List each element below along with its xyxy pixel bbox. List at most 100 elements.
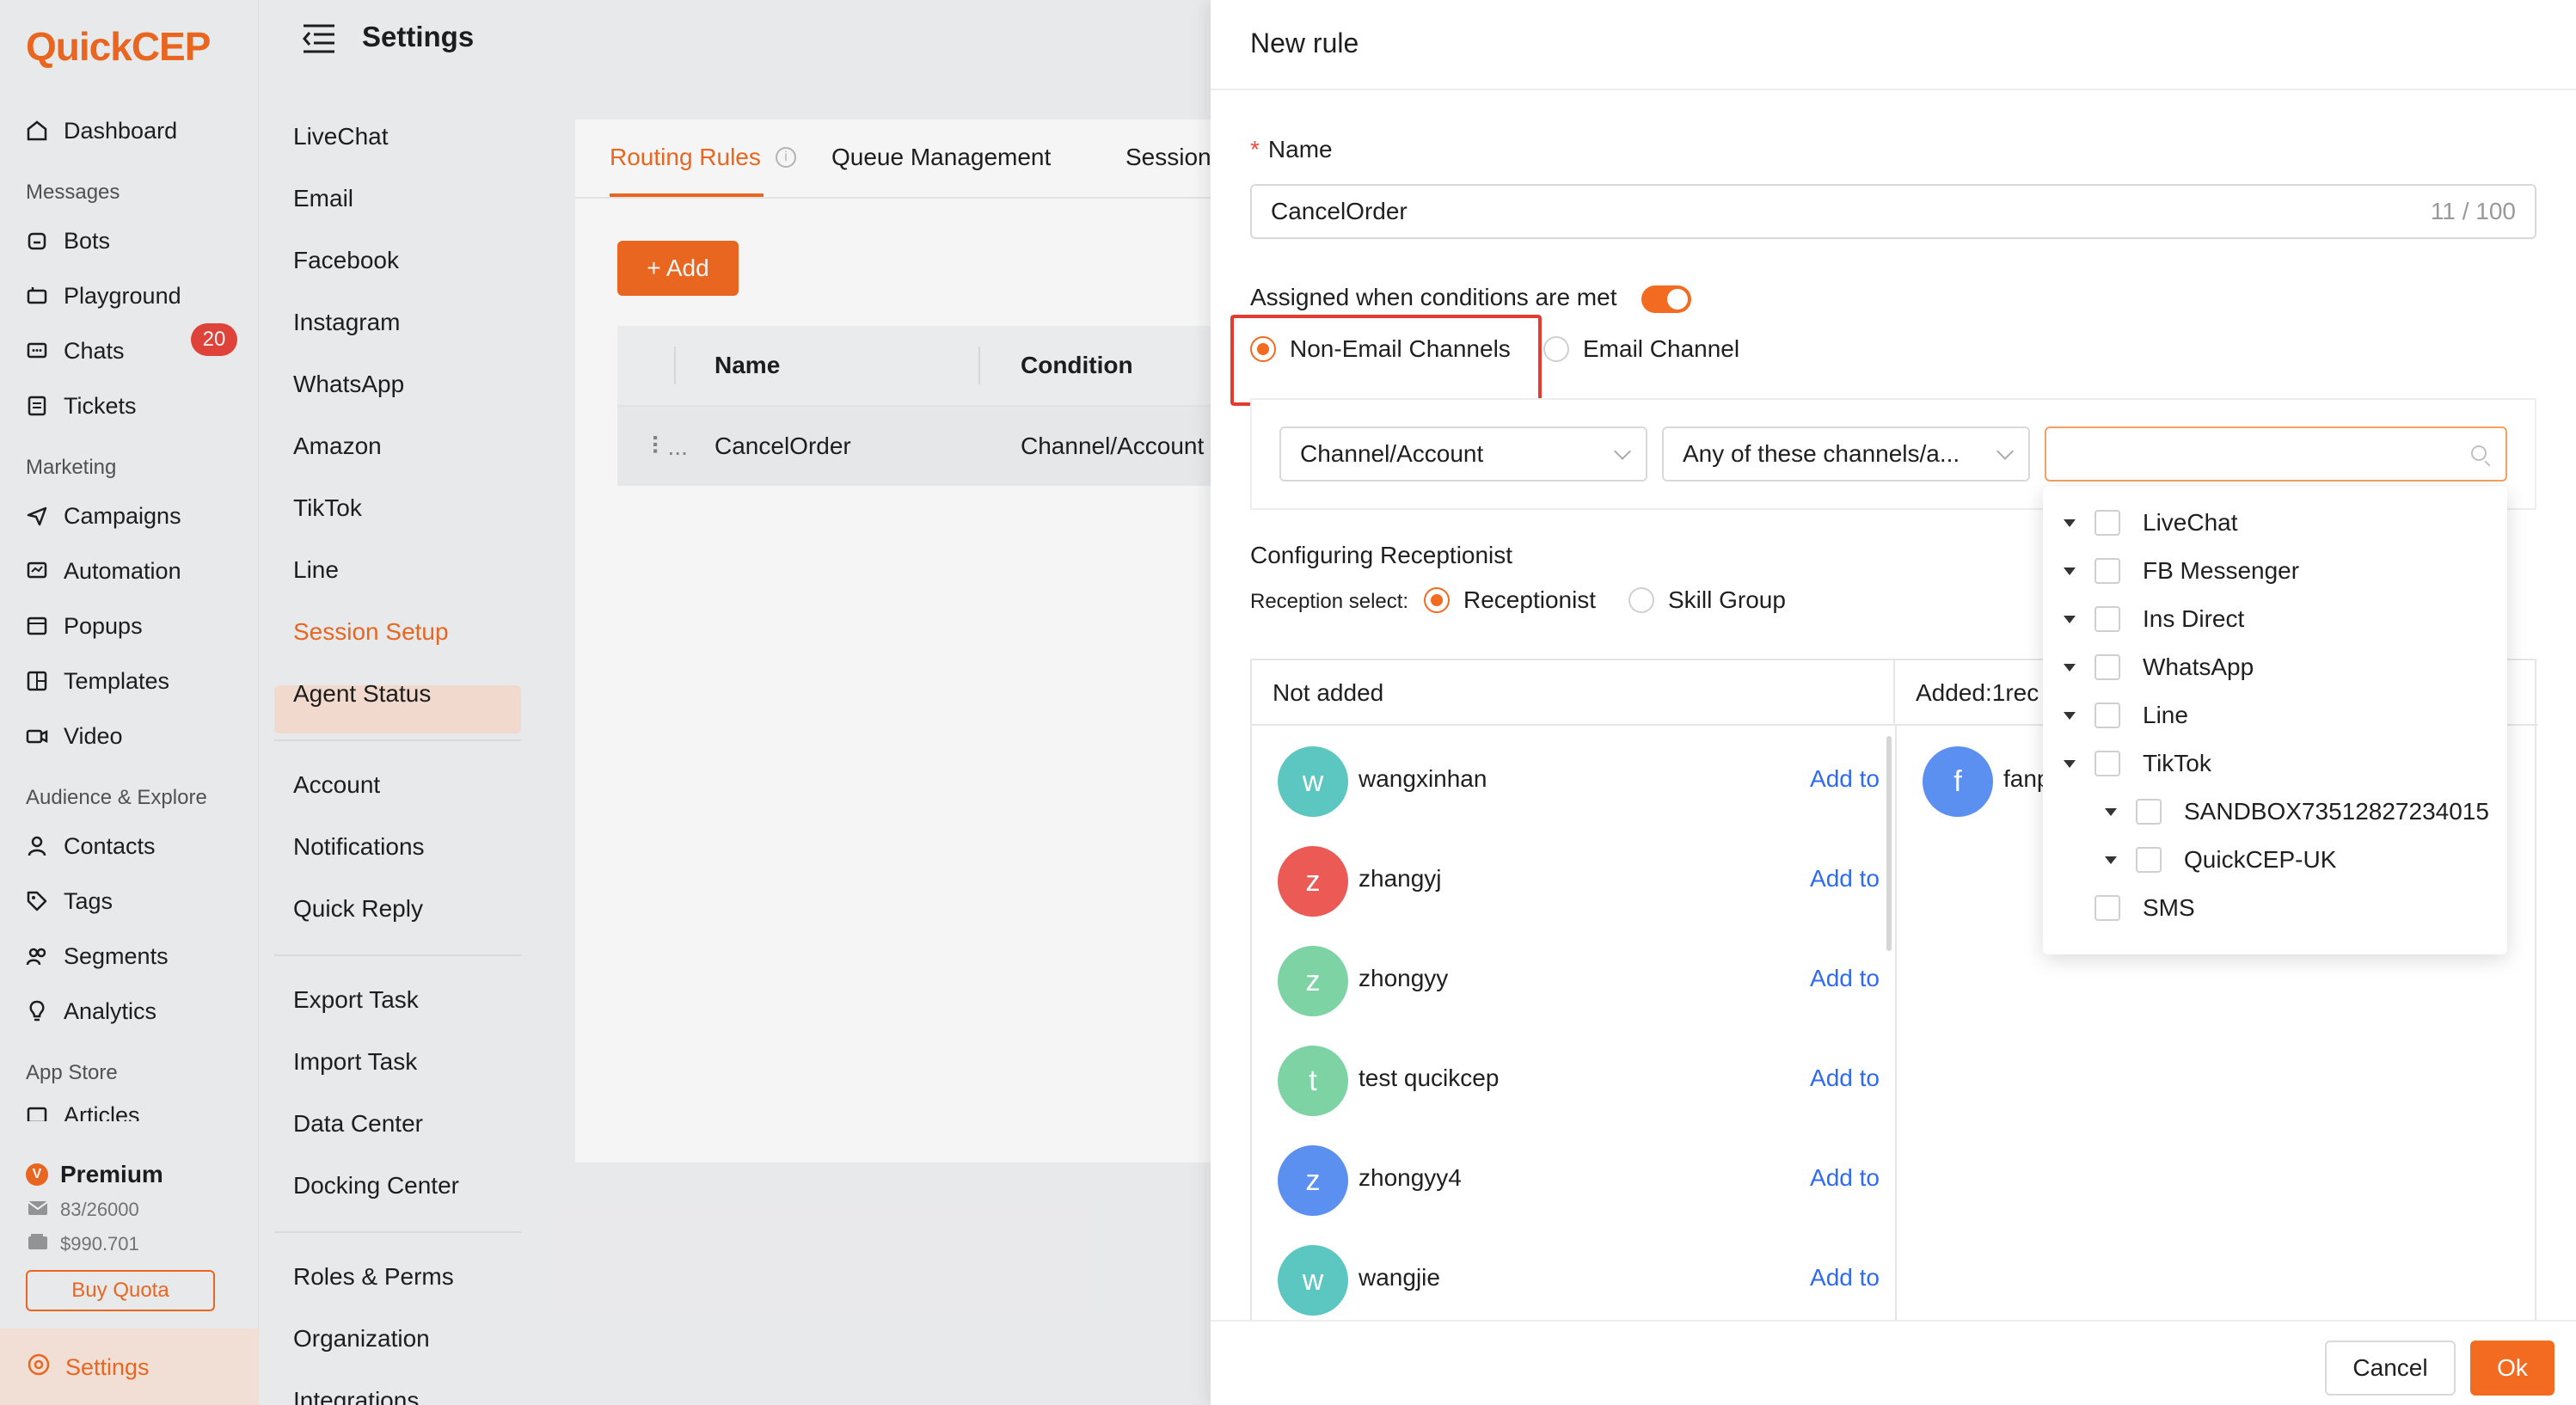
- add-to-button[interactable]: Add to: [1810, 1064, 1880, 1092]
- submenu-instagram[interactable]: Instagram: [293, 305, 401, 340]
- add-to-button[interactable]: Add to: [1810, 965, 1880, 992]
- caret-down-icon[interactable]: [2064, 663, 2076, 672]
- tree-item[interactable]: SMS: [2064, 884, 2195, 932]
- submenu-roles-perms[interactable]: Roles & Perms: [293, 1260, 454, 1294]
- submenu-export-task[interactable]: Export Task: [293, 983, 419, 1017]
- caret-down-icon[interactable]: [2064, 759, 2076, 768]
- nav-bots-label: Bots: [64, 227, 111, 254]
- submenu-quick-reply[interactable]: Quick Reply: [293, 892, 423, 926]
- checkbox[interactable]: [2095, 895, 2120, 921]
- tab-routing-rules[interactable]: Routing Rules: [610, 144, 761, 171]
- drag-handle-icon[interactable]: ⠇...: [650, 433, 688, 461]
- submenu-whatsapp[interactable]: WhatsApp: [293, 367, 404, 402]
- add-to-button[interactable]: Add to: [1810, 1164, 1880, 1192]
- tree-item[interactable]: FB Messenger: [2064, 547, 2299, 595]
- nav-playground[interactable]: Playground: [24, 277, 181, 315]
- checkbox[interactable]: [2095, 702, 2120, 728]
- tree-item[interactable]: LiveChat: [2064, 499, 2238, 547]
- submenu-livechat[interactable]: LiveChat: [293, 120, 389, 154]
- assigned-conditions-label: Assigned when conditions are met: [1250, 284, 1617, 310]
- nav-tickets[interactable]: Tickets: [24, 387, 137, 425]
- tree-item[interactable]: QuickCEP-UK: [2105, 836, 2336, 884]
- info-icon[interactable]: i: [776, 147, 796, 168]
- avatar: z: [1278, 846, 1348, 917]
- nav-popups[interactable]: Popups: [24, 607, 143, 645]
- submenu-session-setup[interactable]: Session Setup: [293, 615, 449, 649]
- submenu-notifications[interactable]: Notifications: [293, 830, 425, 864]
- caret-down-icon[interactable]: [2064, 615, 2076, 623]
- tree-item[interactable]: Ins Direct: [2064, 595, 2244, 643]
- quickcep-logo[interactable]: QuickCEP: [26, 19, 211, 74]
- list-item: z zhongyy4 Add to: [1278, 1145, 1880, 1216]
- submenu-integrations[interactable]: Integrations: [293, 1384, 419, 1405]
- table-row[interactable]: ⠇... CancelOrder Channel/Account c: [617, 407, 1223, 486]
- tree-item[interactable]: WhatsApp: [2064, 643, 2254, 691]
- nav-settings[interactable]: Settings: [26, 1352, 150, 1384]
- avatar: f: [1923, 746, 1993, 817]
- checkbox[interactable]: [2095, 510, 2120, 536]
- submenu-docking-center[interactable]: Docking Center: [293, 1169, 459, 1203]
- checkbox[interactable]: [2095, 558, 2120, 584]
- checkbox[interactable]: [2095, 606, 2120, 632]
- nav-bots[interactable]: Bots: [24, 222, 110, 260]
- scrollbar-thumb[interactable]: [1886, 736, 1892, 951]
- tab-session[interactable]: Session: [1125, 144, 1211, 171]
- caret-down-icon[interactable]: [2064, 711, 2076, 720]
- submenu-amazon[interactable]: Amazon: [293, 429, 382, 463]
- submenu-data-center[interactable]: Data Center: [293, 1107, 423, 1141]
- checkbox[interactable]: [2136, 847, 2162, 873]
- nav-articles[interactable]: Articles: [24, 1102, 140, 1121]
- chevron-down-icon: [1614, 443, 1631, 460]
- rule-name-input[interactable]: CancelOrder 11 / 100: [1250, 184, 2536, 239]
- checkbox[interactable]: [2095, 751, 2120, 776]
- caret-down-icon[interactable]: [2105, 856, 2117, 864]
- nav-contacts[interactable]: Contacts: [24, 827, 156, 865]
- cancel-button[interactable]: Cancel: [2325, 1341, 2456, 1396]
- nav-chats[interactable]: Chats: [24, 332, 125, 370]
- add-rule-button[interactable]: + Add: [617, 241, 739, 296]
- menu-collapse-icon[interactable]: [302, 22, 336, 58]
- ok-button[interactable]: Ok: [2470, 1341, 2555, 1396]
- tree-item[interactable]: Line: [2064, 691, 2188, 739]
- condition-operator-select[interactable]: Any of these channels/a...: [1662, 426, 2030, 482]
- nav-tickets-label: Tickets: [64, 392, 137, 419]
- add-to-button[interactable]: Add to: [1810, 1264, 1880, 1291]
- submenu-import-task[interactable]: Import Task: [293, 1045, 417, 1079]
- nav-automation[interactable]: Automation: [24, 552, 181, 590]
- checkbox[interactable]: [2136, 799, 2162, 825]
- avatar: w: [1278, 1245, 1348, 1316]
- nav-video[interactable]: Video: [24, 717, 123, 755]
- radio-skill-group[interactable]: Skill Group: [1628, 586, 1786, 614]
- search-icon: [2471, 445, 2487, 461]
- add-to-button[interactable]: Add to: [1810, 865, 1880, 893]
- nav-dashboard[interactable]: Dashboard: [24, 112, 177, 150]
- caret-down-icon[interactable]: [2064, 518, 2076, 527]
- submenu-line[interactable]: Line: [293, 553, 339, 587]
- radio-email-channel[interactable]: Email Channel: [1543, 335, 1739, 363]
- submenu-account[interactable]: Account: [293, 768, 380, 802]
- condition-field-select[interactable]: Channel/Account: [1279, 426, 1647, 482]
- submenu-facebook[interactable]: Facebook: [293, 243, 399, 278]
- nav-campaigns[interactable]: Campaigns: [24, 497, 181, 535]
- assigned-conditions-toggle[interactable]: [1641, 285, 1691, 313]
- caret-down-icon[interactable]: [2105, 807, 2117, 816]
- radio-receptionist[interactable]: Receptionist: [1424, 586, 1596, 614]
- submenu-agent-status[interactable]: Agent Status: [293, 677, 431, 711]
- buy-quota-button[interactable]: Buy Quota: [26, 1270, 215, 1311]
- caret-down-icon[interactable]: [2064, 567, 2076, 575]
- submenu-email[interactable]: Email: [293, 181, 353, 216]
- tree-item[interactable]: TikTok: [2064, 739, 2211, 788]
- checkbox[interactable]: [2095, 654, 2120, 680]
- tree-item[interactable]: SANDBOX73512827234015: [2105, 788, 2489, 836]
- radio-email-label: Email Channel: [1583, 335, 1740, 362]
- nav-segments[interactable]: Segments: [24, 937, 169, 975]
- nav-tags[interactable]: Tags: [24, 882, 113, 920]
- nav-analytics[interactable]: Analytics: [24, 992, 156, 1030]
- add-to-button[interactable]: Add to: [1810, 765, 1880, 793]
- chats-unread-badge: 20: [191, 323, 237, 356]
- submenu-organization[interactable]: Organization: [293, 1322, 430, 1356]
- nav-templates[interactable]: Templates: [24, 662, 169, 700]
- channel-tree-select[interactable]: [2045, 426, 2507, 482]
- tab-queue-management[interactable]: Queue Management: [831, 144, 1051, 171]
- submenu-tiktok[interactable]: TikTok: [293, 491, 362, 525]
